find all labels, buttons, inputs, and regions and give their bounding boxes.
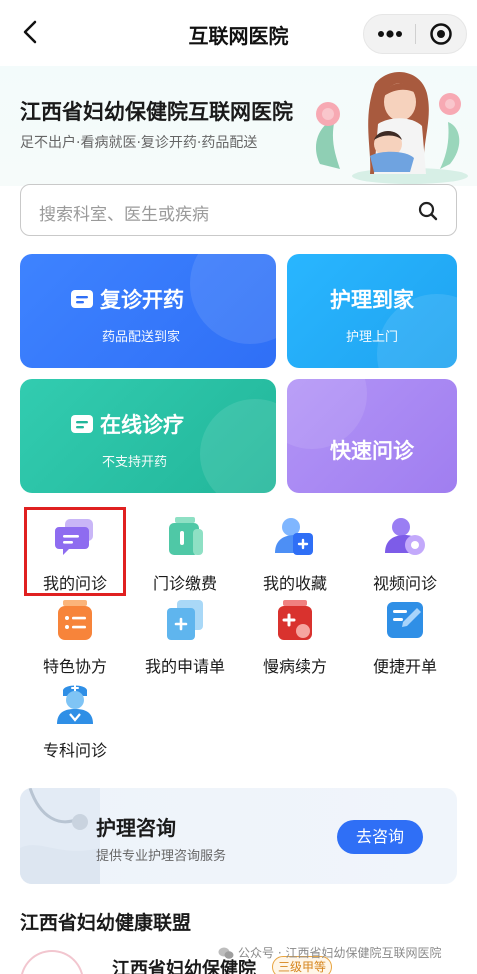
mini-program-capsule xyxy=(363,14,467,54)
go-consult-button[interactable]: 去咨询 xyxy=(337,820,423,854)
nursing-consultation-banner[interactable]: 护理咨询 提供专业护理咨询服务 去咨询 xyxy=(20,788,457,884)
section-title: 江西省妇幼健康联盟 xyxy=(20,912,192,934)
prescription-icon xyxy=(58,600,92,640)
close-mini-program-button[interactable] xyxy=(416,15,466,53)
document-icon xyxy=(71,415,93,433)
banner-subtitle: 提供专业护理咨询服务 xyxy=(96,849,227,864)
card-subtitle: 护理上门 xyxy=(345,330,398,345)
payment-icon xyxy=(169,517,203,555)
edit-icon xyxy=(387,602,423,638)
grid-label: 慢病续方 xyxy=(262,657,327,676)
annotation-highlight-box xyxy=(24,507,126,596)
card-revisit-prescription[interactable]: 复诊开药 药品配送到家 xyxy=(20,254,276,368)
grid-label: 专科问诊 xyxy=(42,741,107,760)
grid-item-special-prescription[interactable]: 特色协方 xyxy=(20,598,130,684)
doctor-icon xyxy=(57,684,93,724)
card-online-consultation[interactable]: 在线诊疗 不支持开药 xyxy=(20,379,276,493)
document-icon xyxy=(71,290,93,308)
chronic-icon xyxy=(278,600,312,640)
watermark-text: 公众号 · 江西省妇幼保健院互联网医院 xyxy=(238,946,442,960)
navigation-bar: 互联网医院 xyxy=(0,0,477,66)
card-title: 快速问诊 xyxy=(330,439,414,463)
search-placeholder: 搜索科室、医生或疾病 xyxy=(39,205,209,225)
card-title: 护理到家 xyxy=(330,288,414,312)
grid-item-quick-order[interactable]: 便捷开单 xyxy=(350,598,460,684)
card-quick-consultation[interactable]: 快速问诊 xyxy=(287,379,457,493)
grid-item-my-favorites[interactable]: 我的收藏 xyxy=(240,515,350,601)
card-subtitle: 药品配送到家 xyxy=(102,330,181,345)
grid-label: 门诊缴费 xyxy=(152,574,217,593)
watermark: 公众号 · 江西省妇幼保健院互联网医院 xyxy=(218,944,441,961)
search-input[interactable]: 搜索科室、医生或疾病 xyxy=(20,184,457,236)
target-circle-icon xyxy=(430,23,452,45)
grid-label: 视频问诊 xyxy=(372,574,437,593)
grid-item-specialist-consultation[interactable]: 专科问诊 xyxy=(20,682,130,768)
search-icon[interactable] xyxy=(418,201,438,221)
grid-item-video-consultation[interactable]: 视频问诊 xyxy=(350,515,460,601)
chevron-left-icon xyxy=(23,20,37,44)
grid-label: 特色协方 xyxy=(42,657,107,676)
mother-baby-illustration xyxy=(315,72,468,184)
card-subtitle: 不支持开药 xyxy=(102,455,168,470)
hospital-logo xyxy=(20,950,84,974)
card-home-nursing[interactable]: 护理到家 护理上门 xyxy=(287,254,457,368)
card-decoration xyxy=(190,254,276,344)
back-button[interactable] xyxy=(16,18,44,46)
video-icon xyxy=(385,518,425,555)
grid-item-outpatient-payment[interactable]: 门诊缴费 xyxy=(130,515,240,601)
favorite-icon xyxy=(275,518,313,555)
application-icon xyxy=(167,600,203,640)
grid-label: 我的收藏 xyxy=(262,574,327,593)
more-button[interactable] xyxy=(364,15,415,53)
grid-label: 便捷开单 xyxy=(372,657,437,676)
wechat-icon xyxy=(218,947,234,959)
card-title: 复诊开药 xyxy=(100,288,184,312)
more-dots-icon xyxy=(377,30,402,38)
grid-item-my-applications[interactable]: 我的申请单 xyxy=(130,598,240,684)
grid-item-chronic-renewal[interactable]: 慢病续方 xyxy=(240,598,350,684)
card-title: 在线诊疗 xyxy=(100,413,184,437)
grid-label: 我的申请单 xyxy=(144,657,225,676)
banner-title: 护理咨询 xyxy=(96,816,176,840)
card-decoration xyxy=(200,399,276,493)
stethoscope-illustration xyxy=(20,788,100,884)
hospital-slogan: 足不出户·看病就医·复诊开药·药品配送 xyxy=(20,135,258,151)
hospital-title: 江西省妇幼保健院互联网医院 xyxy=(20,100,293,124)
